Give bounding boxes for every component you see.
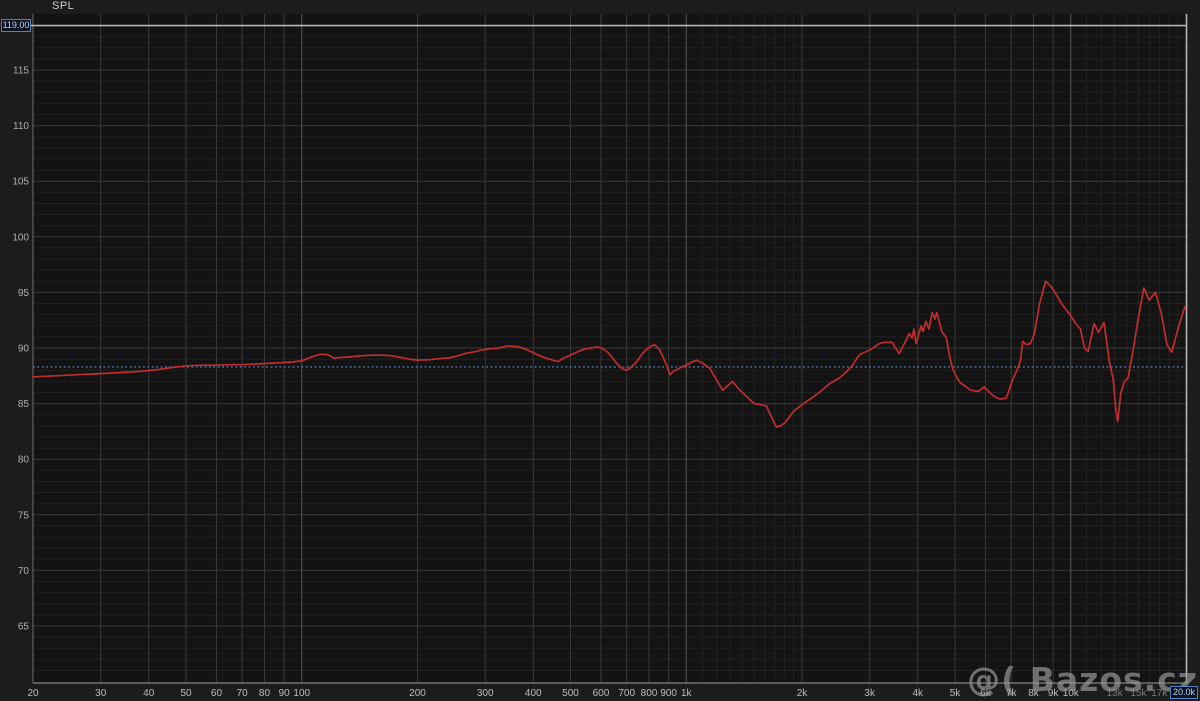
x-axis-tick-label: 90: [279, 688, 291, 699]
y-axis-tick-label: 110: [13, 121, 29, 132]
y-axis-tick-label: 85: [18, 399, 30, 410]
x-axis-tick-label: 4k: [912, 688, 924, 699]
x-axis-tick-label: 600: [593, 688, 610, 699]
spl-axis-title: SPL: [52, 0, 75, 12]
x-axis-tick-label: 50: [180, 688, 192, 699]
x-axis-tick-label: 700: [618, 688, 635, 699]
x-axis-tick-label: 300: [477, 688, 494, 699]
x-axis-max-input[interactable]: 20.0k: [1170, 686, 1198, 699]
x-axis-tick-label: 70: [237, 688, 249, 699]
y-axis-tick-label: 105: [12, 177, 29, 188]
frequency-response-chart[interactable]: 115 110 105 100 95 90 85 80 75 70 65 20 30 40 50 60 70 80…: [0, 0, 1200, 701]
x-axis-tick-label: 40: [143, 688, 155, 699]
y-axis-tick-label: 95: [18, 288, 30, 299]
y-axis-tick-label: 75: [18, 510, 30, 521]
y-axis-tick-label: 115: [13, 66, 29, 77]
x-axis-tick-label: 200: [409, 688, 426, 699]
x-axis-tick-label: 30: [95, 688, 107, 699]
x-axis-tick-label: 60: [211, 688, 223, 699]
bazos-watermark: @( Bazos.cz: [967, 660, 1198, 699]
x-axis-tick-label: 1k: [681, 688, 693, 699]
y-axis-tick-label: 65: [18, 622, 30, 633]
x-axis-tick-label: 100: [293, 688, 310, 699]
x-axis-tick-label: 800: [641, 688, 658, 699]
x-axis-tick-label: 900: [660, 688, 677, 699]
y-axis-max-input[interactable]: 119.00: [1, 19, 31, 32]
x-axis-tick-label: 2k: [797, 688, 809, 699]
y-axis-tick-label: 80: [18, 455, 30, 466]
y-axis-tick-label: 70: [18, 566, 30, 577]
x-axis-tick-label: 400: [525, 688, 542, 699]
x-axis-tick-label: 500: [562, 688, 579, 699]
x-axis-tick-label: 3k: [864, 688, 876, 699]
x-axis-tick-label: 20: [27, 688, 39, 699]
x-axis-tick-label: 5k: [950, 688, 962, 699]
y-axis-tick-label: 90: [18, 344, 30, 355]
x-axis-tick-label: 80: [259, 688, 271, 699]
spl-graph-window: 115 110 105 100 95 90 85 80 75 70 65 20 30 40 50 60 70 80…: [0, 0, 1200, 701]
y-axis-tick-label: 100: [12, 232, 29, 243]
